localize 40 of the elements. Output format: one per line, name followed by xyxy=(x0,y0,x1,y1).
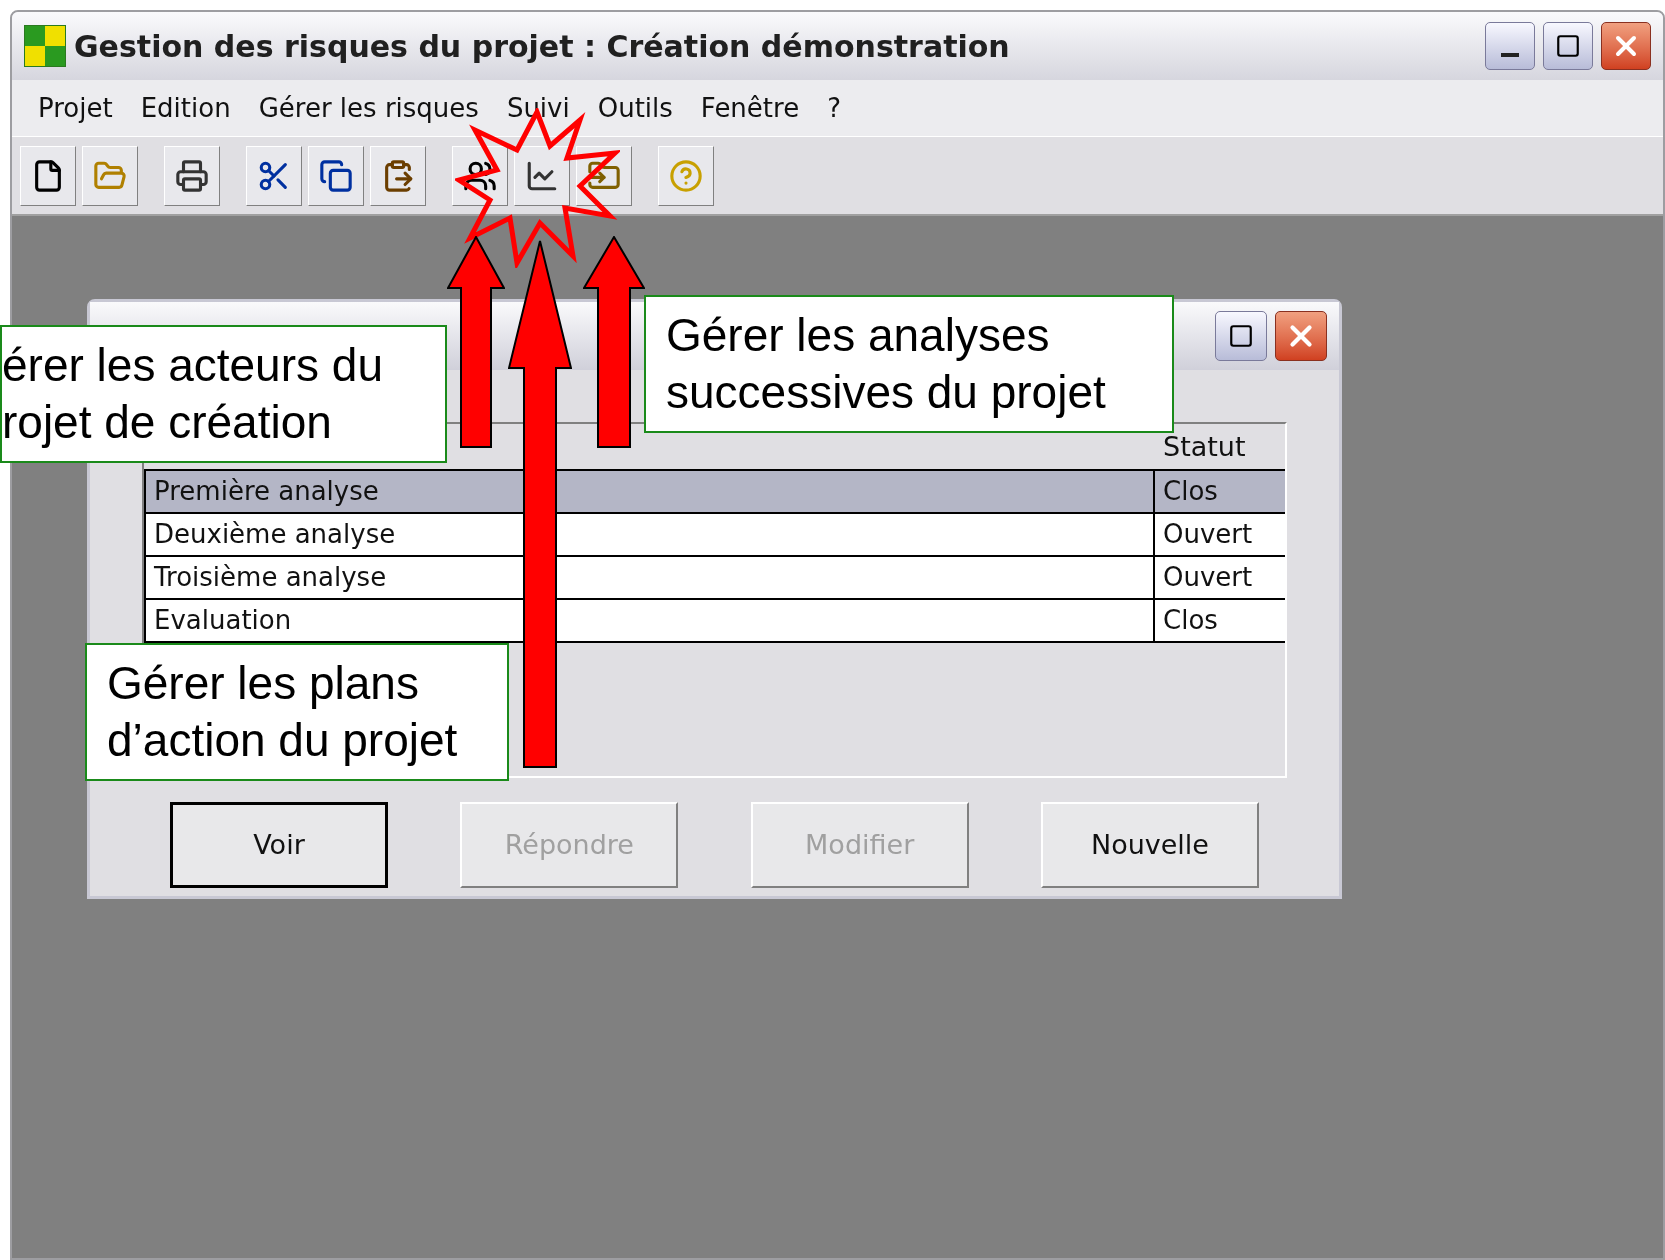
callout-text: Gérer les analyses successives du projet xyxy=(644,295,1174,433)
callout-text: érer les acteurs du rojet de création xyxy=(0,325,447,463)
open-folder-tool-button[interactable] xyxy=(82,145,138,206)
table-row[interactable]: Première analyse Clos xyxy=(144,471,1285,514)
scissors-tool-button[interactable] xyxy=(246,145,302,206)
menu-item[interactable]: Projet xyxy=(24,88,127,128)
table-cell-text: Ouvert xyxy=(1162,561,1254,594)
help-icon xyxy=(669,158,703,193)
close-button[interactable] xyxy=(1275,311,1327,361)
table-cell-text: Clos xyxy=(1162,604,1219,637)
copy-icon xyxy=(319,158,353,193)
minimize-button[interactable] xyxy=(1485,22,1535,70)
maximize-icon xyxy=(1555,33,1581,59)
maximize-button[interactable] xyxy=(1543,22,1593,70)
menu-item[interactable]: Outils xyxy=(583,88,687,128)
help-tool-button[interactable] xyxy=(658,145,714,206)
app-logo-icon xyxy=(24,25,66,67)
maximize-icon xyxy=(1228,323,1254,349)
table-cell-text: Ouvert xyxy=(1162,518,1254,551)
maximize-button[interactable] xyxy=(1215,311,1267,361)
printer-tool-button[interactable] xyxy=(164,145,220,206)
table-cell-text: Clos xyxy=(1162,475,1219,508)
menu-item[interactable]: ? xyxy=(813,88,855,128)
dialog-button[interactable]: Nouvelle xyxy=(1041,802,1259,888)
close-button[interactable] xyxy=(1601,22,1651,70)
menu-item[interactable]: Gérer les risques xyxy=(244,88,493,128)
copy-tool-button[interactable] xyxy=(308,145,364,206)
minimize-icon xyxy=(1501,53,1519,57)
chart-tool-button[interactable] xyxy=(514,145,570,206)
table-row[interactable]: Evaluation Clos xyxy=(144,600,1285,643)
clipboard-tool-button[interactable] xyxy=(370,145,426,206)
callout-text: Gérer les plans d’action du projet xyxy=(85,643,509,781)
printer-icon xyxy=(175,158,209,193)
new-file-tool-button[interactable] xyxy=(20,145,76,206)
menu-item[interactable]: Edition xyxy=(126,88,245,128)
window-title: Gestion des risques du projet : Création démonstration xyxy=(74,27,1011,66)
table-row[interactable]: Troisième analyse Ouvert xyxy=(144,557,1285,600)
table-row[interactable]: Deuxième analyse Ouvert xyxy=(144,514,1285,557)
menu-item[interactable]: Fenêtre xyxy=(686,88,814,128)
dialog-button[interactable]: Voir xyxy=(170,802,388,888)
